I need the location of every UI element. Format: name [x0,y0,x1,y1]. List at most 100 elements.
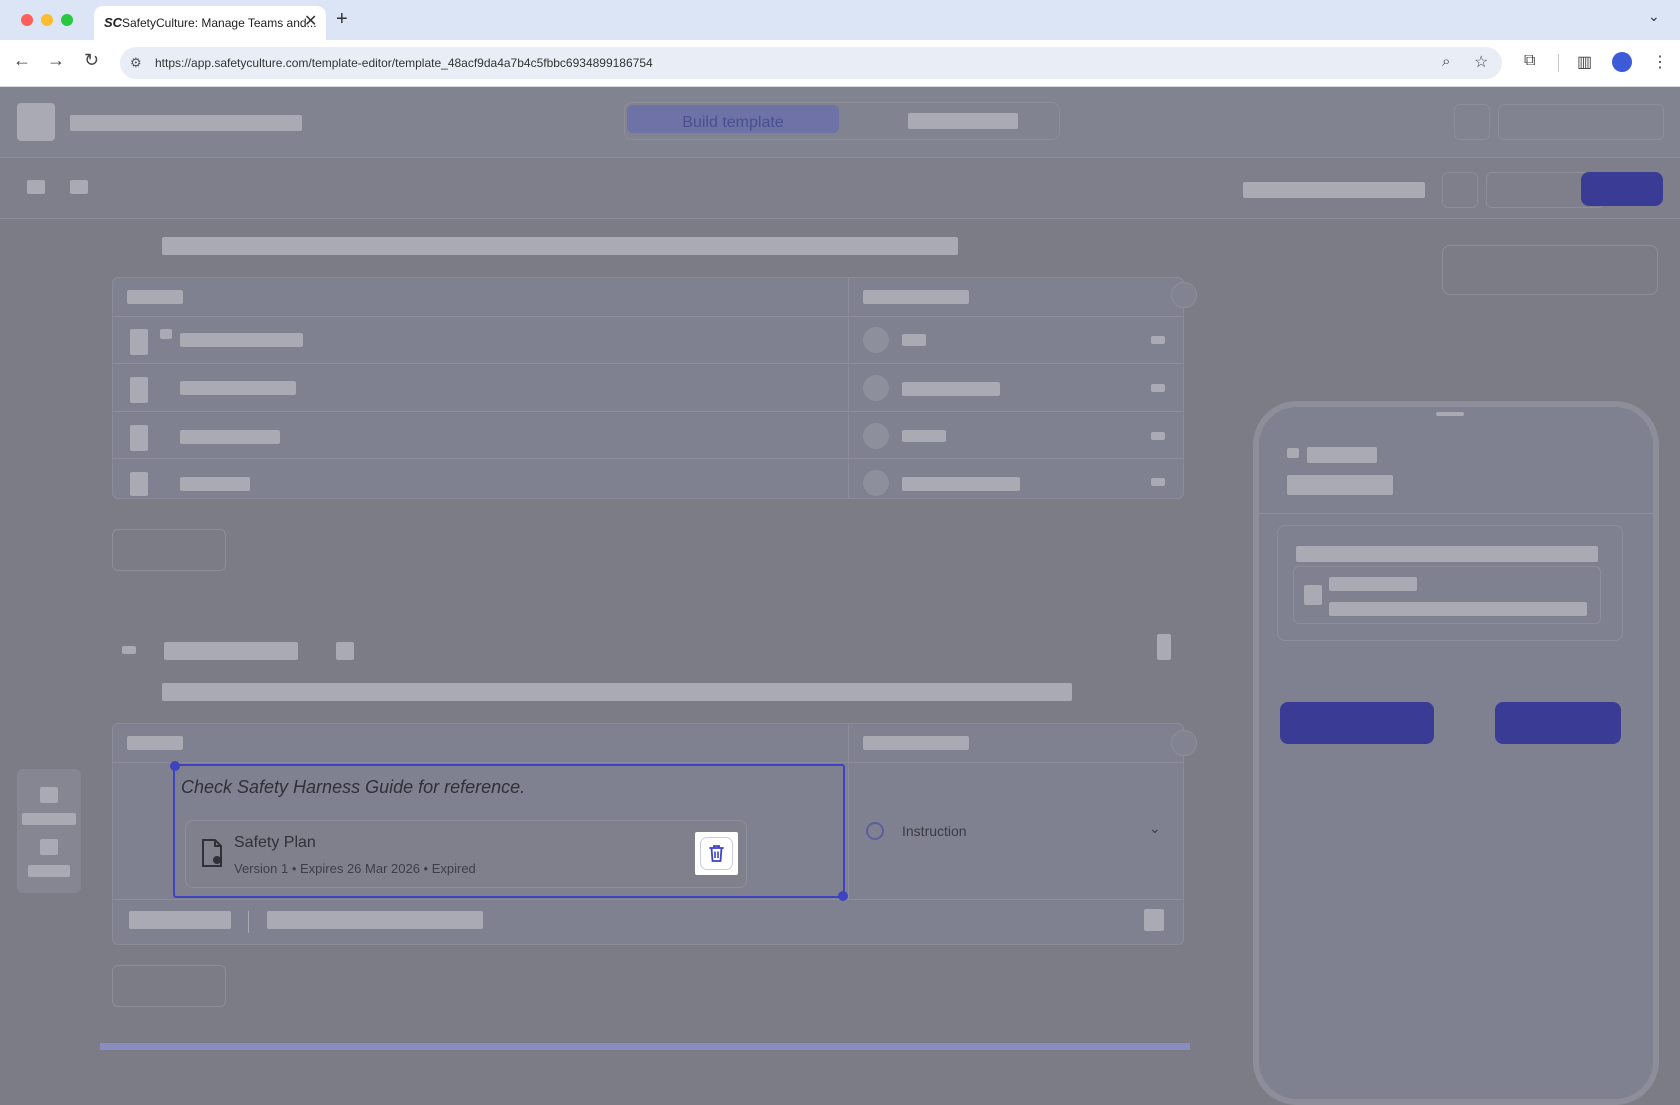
preview-question-card [1277,525,1623,641]
browser-tab[interactable]: SC SafetyCulture: Manage Teams and... ✕ [94,6,326,40]
selected-question[interactable]: Check Safety Harness Guide for reference… [170,761,848,901]
document-name: Safety Plan [234,834,316,851]
editor-sub-bar [0,157,1680,219]
forward-icon[interactable]: → [47,50,65,71]
save-status-placeholder [1243,182,1425,198]
document-meta: Version 1 • Expires 26 Mar 2026 • Expire… [234,861,476,876]
delete-question-icon[interactable] [1144,909,1164,931]
section-description-placeholder [162,683,1072,701]
address-bar[interactable]: ⚙ https://app.safetyculture.com/template… [120,47,1502,79]
browser-toolbar: ← → ↻ ⚙ https://app.safetyculture.com/te… [0,40,1680,87]
type-label-placeholder [902,430,946,442]
tab-build-template-label: Build template [682,114,784,131]
trash-icon [709,845,724,862]
preview-title-placeholder [1307,447,1377,463]
access-button[interactable] [1498,104,1664,140]
close-window-button[interactable] [21,14,33,26]
row-menu-icon[interactable] [1151,478,1165,486]
column-header-type [863,736,969,750]
question-label-placeholder[interactable] [180,333,303,347]
type-label-placeholder [902,382,1000,396]
back-to-templates-button[interactable] [17,103,55,141]
response-type-label[interactable]: Instruction [902,823,967,839]
settings-button[interactable] [1442,172,1478,208]
redo-icon[interactable] [70,180,88,194]
tab-search-icon[interactable]: ⌄ [1648,8,1660,25]
toolbar-divider [1558,54,1559,72]
add-column-button[interactable] [1171,282,1197,308]
type-label-placeholder [902,477,1020,491]
delete-document-button[interactable] [700,837,733,870]
add-section-icon[interactable] [40,839,58,855]
section-menu-icon[interactable] [1157,634,1171,660]
add-column-button[interactable] [1171,730,1197,756]
collapse-section-icon[interactable] [122,646,136,654]
attached-document-card[interactable]: Safety Plan Version 1 • Expires 26 Mar 2… [185,820,747,888]
undo-icon[interactable] [27,180,45,194]
add-question-icon[interactable] [40,787,58,803]
zoom-icon[interactable]: ⌕ [1442,53,1450,70]
tab-close-icon[interactable]: ✕ [304,11,317,31]
row-menu-icon[interactable] [1151,432,1165,440]
chevron-down-icon[interactable]: ⌄ [1149,820,1161,837]
question-table [112,277,1184,499]
bookmark-star-icon[interactable]: ☆ [1474,52,1488,72]
back-icon[interactable]: ← [13,50,31,71]
preview-toggle-button[interactable] [1454,104,1490,140]
type-icon [863,375,889,401]
resize-handle[interactable] [170,761,180,771]
tab-report-placeholder[interactable] [908,113,1018,129]
add-section-label [28,865,70,877]
edit-section-icon[interactable] [336,642,354,660]
drag-handle-icon[interactable] [130,377,148,403]
instruction-icon [866,822,884,840]
question-text[interactable]: Check Safety Harness Guide for reference… [181,777,525,798]
add-question-button[interactable] [112,965,226,1007]
chevron-icon[interactable] [160,329,172,339]
column-header-question [127,290,183,304]
delete-highlight [695,832,738,875]
drag-handle-icon[interactable] [130,425,148,451]
type-icon [863,423,889,449]
question-label-placeholder[interactable] [180,430,280,444]
row-menu-icon[interactable] [1151,336,1165,344]
more-icon[interactable]: ⋮ [1652,52,1668,72]
document-icon [202,839,222,867]
tab-build-template[interactable]: Build template [627,105,839,133]
browser-tab-bar: SC SafetyCulture: Manage Teams and... ✕ … [0,0,1680,40]
preview-device-selector[interactable] [1442,245,1658,295]
extensions-icon[interactable]: ⧉ [1524,52,1535,70]
new-tab-icon[interactable]: + [336,8,348,31]
bottom-scroll-strip [100,1043,1190,1050]
editor-top-bar: Build template [0,87,1680,157]
type-icon [863,327,889,353]
add-question-label [22,813,76,825]
profile-icon[interactable] [1612,52,1632,72]
question-label-placeholder[interactable] [180,381,296,395]
url-text[interactable]: https://app.safetyculture.com/template-e… [155,56,653,70]
safetyculture-logo-icon: SC [104,15,123,30]
site-settings-icon[interactable]: ⚙ [130,55,142,71]
logic-button-placeholder[interactable] [129,911,231,929]
preview-subtitle-placeholder [1287,475,1393,495]
column-header-question [127,736,183,750]
side-panel-icon[interactable]: ▥ [1577,52,1592,72]
add-question-button[interactable] [112,529,226,571]
section-title-placeholder[interactable] [164,642,298,660]
preview-back-icon [1287,448,1299,458]
drag-handle-icon[interactable] [130,472,148,496]
question-options-placeholder[interactable] [267,911,483,929]
preview-next-button [1495,702,1621,744]
drag-handle-icon[interactable] [130,329,148,355]
minimize-window-button[interactable] [41,14,53,26]
maximize-window-button[interactable] [61,14,73,26]
reload-icon[interactable]: ↻ [84,50,99,71]
mobile-preview [1253,401,1659,1105]
publish-button[interactable] [1581,172,1663,206]
column-header-type [863,290,969,304]
row-menu-icon[interactable] [1151,384,1165,392]
question-label-placeholder[interactable] [180,477,250,491]
section-description-placeholder [162,237,958,255]
resize-handle[interactable] [838,891,848,901]
preview-previous-button [1280,702,1434,744]
